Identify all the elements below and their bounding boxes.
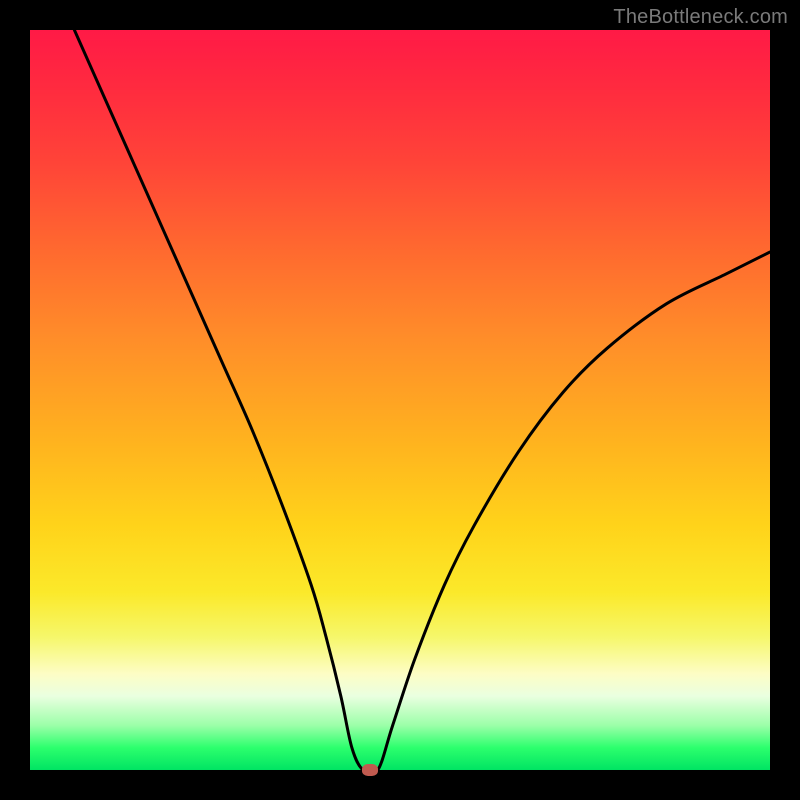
chart-frame: TheBottleneck.com	[0, 0, 800, 800]
bottleneck-curve	[30, 30, 770, 770]
plot-area	[30, 30, 770, 770]
optimal-point-marker	[362, 764, 378, 776]
watermark-text: TheBottleneck.com	[613, 6, 788, 29]
